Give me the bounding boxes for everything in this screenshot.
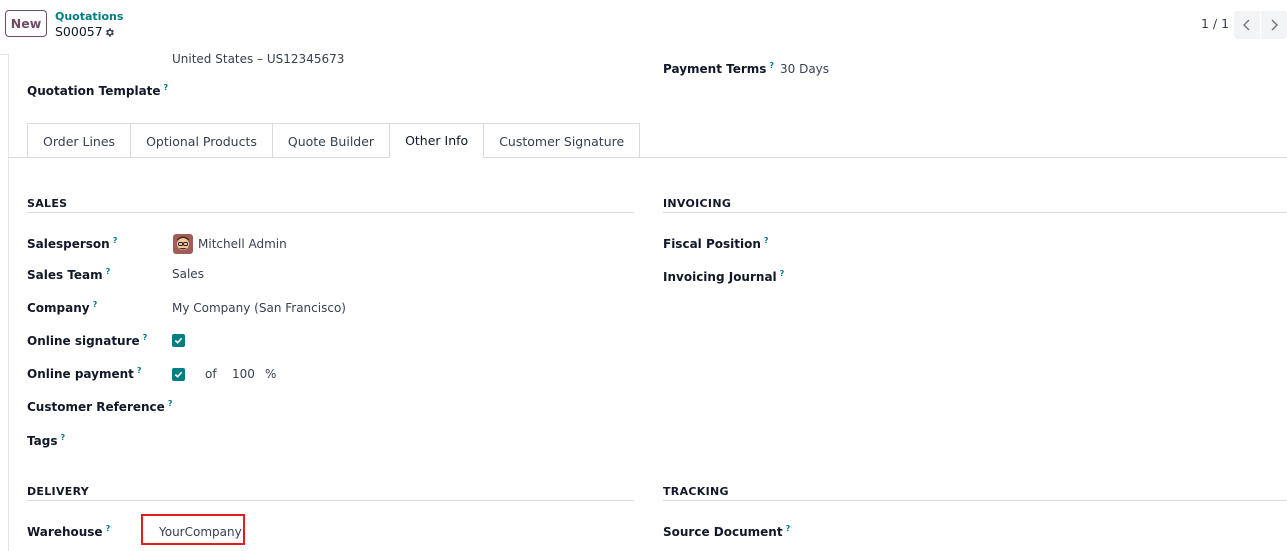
tracking-section-divider bbox=[663, 500, 1287, 501]
invoicing-section-title: INVOICING bbox=[663, 197, 732, 210]
customer-reference-label-text: Customer Reference bbox=[27, 400, 165, 414]
help-tooltip-icon[interactable]: ? bbox=[786, 524, 791, 533]
quotation-template-label-text: Quotation Template bbox=[27, 84, 161, 98]
quotation-template-label: Quotation Template? bbox=[27, 83, 168, 98]
checkmark-icon bbox=[174, 337, 183, 344]
online-payment-of-text: of bbox=[205, 367, 217, 381]
payment-terms-field[interactable]: 30 Days bbox=[780, 62, 829, 76]
help-tooltip-icon[interactable]: ? bbox=[764, 236, 769, 245]
tags-label-text: Tags bbox=[27, 434, 58, 448]
online-signature-label-text: Online signature bbox=[27, 334, 140, 348]
tags-label: Tags? bbox=[27, 433, 65, 448]
control-panel: New Quotations S00057 1 / 1 bbox=[0, 0, 1287, 55]
tracking-section-title: TRACKING bbox=[663, 485, 729, 498]
payment-terms-label: Payment Terms? bbox=[663, 61, 774, 76]
tabs-divider bbox=[8, 157, 1287, 158]
help-tooltip-icon[interactable]: ? bbox=[93, 300, 98, 309]
salesperson-label-text: Salesperson bbox=[27, 237, 110, 251]
help-tooltip-icon[interactable]: ? bbox=[106, 267, 111, 276]
help-tooltip-icon[interactable]: ? bbox=[168, 399, 173, 408]
fiscal-position-label: Fiscal Position? bbox=[663, 236, 769, 251]
customer-address-line: United States – US12345673 bbox=[172, 52, 345, 66]
source-document-label-text: Source Document bbox=[663, 525, 783, 539]
pager-value[interactable]: 1 / 1 bbox=[1201, 16, 1229, 31]
company-field[interactable]: My Company (San Francisco) bbox=[172, 301, 346, 315]
online-payment-label-text: Online payment bbox=[27, 367, 134, 381]
salesperson-avatar bbox=[173, 234, 193, 254]
tab-other-info[interactable]: Other Info bbox=[389, 123, 484, 158]
notebook-tabs: Order Lines Optional Products Quote Buil… bbox=[27, 123, 641, 158]
online-payment-percent-unit: % bbox=[265, 367, 277, 381]
online-payment-label: Online payment? bbox=[27, 366, 142, 381]
help-tooltip-icon[interactable]: ? bbox=[769, 61, 774, 70]
help-tooltip-icon[interactable]: ? bbox=[113, 236, 118, 245]
warehouse-label: Warehouse? bbox=[27, 524, 110, 539]
online-payment-percent-field[interactable]: 100 bbox=[232, 367, 255, 381]
help-tooltip-icon[interactable]: ? bbox=[143, 333, 148, 342]
help-tooltip-icon[interactable]: ? bbox=[60, 433, 65, 442]
checkmark-icon bbox=[174, 371, 183, 378]
help-tooltip-icon[interactable]: ? bbox=[137, 366, 142, 375]
help-tooltip-icon[interactable]: ? bbox=[106, 524, 111, 533]
fiscal-position-label-text: Fiscal Position bbox=[663, 237, 761, 251]
payment-terms-label-text: Payment Terms bbox=[663, 62, 767, 76]
tab-quote-builder[interactable]: Quote Builder bbox=[271, 123, 390, 158]
delivery-section-divider bbox=[27, 500, 634, 501]
warehouse-label-text: Warehouse bbox=[27, 525, 103, 539]
avatar-image bbox=[173, 234, 193, 254]
sales-section-divider bbox=[27, 212, 634, 213]
breadcrumb-quotations[interactable]: Quotations bbox=[55, 10, 123, 23]
salesperson-label: Salesperson? bbox=[27, 236, 117, 251]
sales-team-field[interactable]: Sales bbox=[172, 267, 204, 281]
sales-team-label: Sales Team? bbox=[27, 267, 110, 282]
online-payment-checkbox[interactable] bbox=[172, 368, 185, 381]
sales-section-title: SALES bbox=[27, 197, 68, 210]
invoicing-section-divider bbox=[663, 212, 1287, 213]
tab-optional-products[interactable]: Optional Products bbox=[130, 123, 272, 158]
chevron-left-icon bbox=[1243, 19, 1250, 31]
gear-icon[interactable] bbox=[104, 27, 115, 38]
new-button[interactable]: New bbox=[5, 10, 47, 37]
delivery-section-title: DELIVERY bbox=[27, 485, 90, 498]
company-label: Company? bbox=[27, 300, 97, 315]
source-document-label: Source Document? bbox=[663, 524, 790, 539]
online-signature-checkbox[interactable] bbox=[172, 334, 185, 347]
invoicing-journal-label-text: Invoicing Journal bbox=[663, 270, 777, 284]
pager-next-button[interactable] bbox=[1261, 11, 1287, 39]
customer-reference-label: Customer Reference? bbox=[27, 399, 172, 414]
warehouse-field[interactable]: YourCompany bbox=[159, 525, 242, 539]
tab-order-lines[interactable]: Order Lines bbox=[27, 123, 131, 158]
salesperson-field[interactable]: Mitchell Admin bbox=[198, 237, 287, 251]
sales-team-label-text: Sales Team bbox=[27, 268, 103, 282]
help-tooltip-icon[interactable]: ? bbox=[780, 269, 785, 278]
company-label-text: Company bbox=[27, 301, 90, 315]
chevron-right-icon bbox=[1271, 19, 1278, 31]
online-signature-label: Online signature? bbox=[27, 333, 147, 348]
help-tooltip-icon[interactable]: ? bbox=[164, 83, 169, 92]
invoicing-journal-label: Invoicing Journal? bbox=[663, 269, 784, 284]
tab-customer-signature[interactable]: Customer Signature bbox=[483, 123, 641, 158]
pager-previous-button[interactable] bbox=[1234, 11, 1260, 39]
breadcrumb-current-record: S00057 bbox=[55, 24, 103, 39]
